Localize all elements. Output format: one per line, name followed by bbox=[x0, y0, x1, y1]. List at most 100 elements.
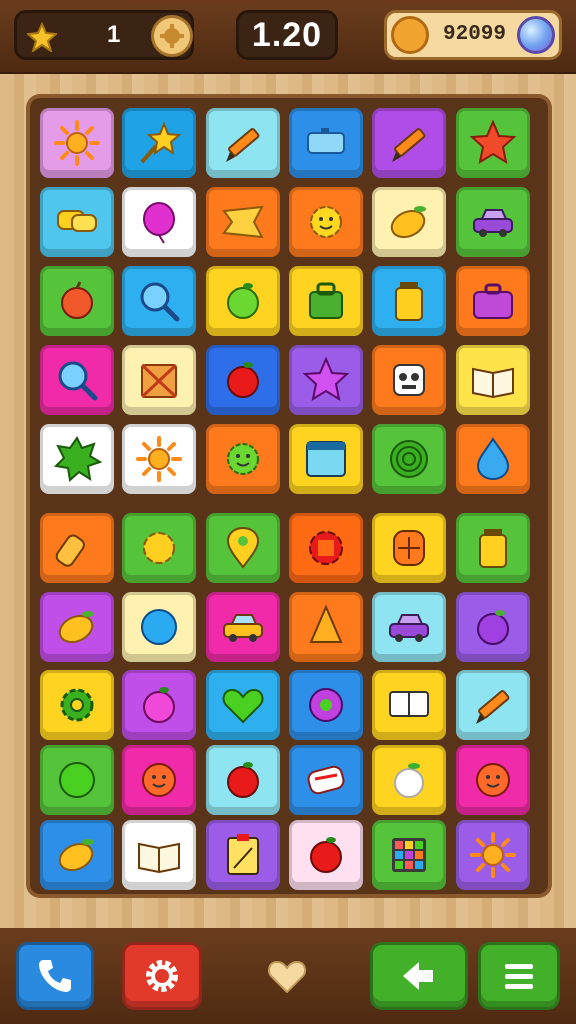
bow-icon bbox=[222, 205, 264, 239]
pencil-icon bbox=[392, 128, 426, 162]
gem-icon[interactable] bbox=[517, 16, 555, 54]
plum-icon bbox=[477, 610, 509, 645]
call-button[interactable] bbox=[16, 942, 94, 1010]
speech-bubbles-icon bbox=[57, 210, 97, 232]
tile-ticket[interactable] bbox=[289, 108, 363, 178]
add-stars-button[interactable] bbox=[151, 15, 193, 57]
tile-token[interactable] bbox=[372, 513, 446, 583]
star-wand-icon bbox=[140, 121, 182, 164]
tile-car-yellow[interactable] bbox=[206, 592, 280, 662]
coins-count: 92099 bbox=[443, 23, 507, 46]
tile-apple-red[interactable] bbox=[206, 345, 280, 415]
spiral-icon bbox=[390, 440, 428, 478]
tile-lemon[interactable] bbox=[372, 187, 446, 257]
stars-count: 1 bbox=[107, 21, 121, 48]
tile-pencil[interactable] bbox=[206, 108, 280, 178]
tile-bag[interactable] bbox=[289, 266, 363, 336]
pencil-icon bbox=[476, 690, 510, 724]
tile-jar[interactable] bbox=[372, 266, 446, 336]
tile-smiley[interactable] bbox=[122, 745, 196, 815]
tile-pin[interactable] bbox=[206, 513, 280, 583]
tile-suitcase[interactable] bbox=[456, 266, 530, 336]
tile-plum[interactable] bbox=[456, 592, 530, 662]
tile-grid[interactable] bbox=[372, 820, 446, 890]
tile-apple-red[interactable] bbox=[289, 820, 363, 890]
tile-magnifier[interactable] bbox=[122, 266, 196, 336]
tile-apple-red[interactable] bbox=[206, 745, 280, 815]
settings-button[interactable] bbox=[122, 942, 202, 1010]
star-icon bbox=[469, 119, 517, 165]
suitcase-icon bbox=[473, 283, 513, 319]
tile-smiley[interactable] bbox=[456, 745, 530, 815]
tile-screen[interactable] bbox=[372, 670, 446, 740]
bag-icon bbox=[309, 282, 343, 319]
tile-sun[interactable] bbox=[456, 820, 530, 890]
tile-robot[interactable] bbox=[372, 345, 446, 415]
drop-icon bbox=[476, 437, 510, 481]
tile-book[interactable] bbox=[122, 820, 196, 890]
tile-scroll[interactable] bbox=[289, 745, 363, 815]
tile-book[interactable] bbox=[456, 345, 530, 415]
tile-magnifier[interactable] bbox=[40, 345, 114, 415]
tile-apple-white[interactable] bbox=[372, 745, 446, 815]
tile-bracket-blob[interactable] bbox=[289, 513, 363, 583]
top-hud: 1 1.20 92099 bbox=[0, 0, 576, 72]
tile-spiral[interactable] bbox=[372, 424, 446, 494]
tile-ball[interactable] bbox=[122, 592, 196, 662]
tile-car[interactable] bbox=[372, 592, 446, 662]
lemon-icon bbox=[58, 611, 94, 644]
tile-star-wand[interactable] bbox=[122, 108, 196, 178]
tile-splat[interactable] bbox=[40, 424, 114, 494]
tile-gear-blob[interactable] bbox=[122, 513, 196, 583]
tile-clipboard[interactable] bbox=[206, 820, 280, 890]
star-icon bbox=[27, 22, 57, 52]
tile-pencil[interactable] bbox=[456, 670, 530, 740]
apple-red-icon bbox=[310, 837, 342, 873]
tile-pencil[interactable] bbox=[372, 108, 446, 178]
tile-donut[interactable] bbox=[289, 670, 363, 740]
tile-apple[interactable] bbox=[40, 266, 114, 336]
apple-red-icon bbox=[227, 762, 259, 798]
cone-icon bbox=[309, 604, 343, 643]
apple-green-icon bbox=[227, 283, 259, 319]
tile-box[interactable] bbox=[122, 345, 196, 415]
jar-icon bbox=[395, 282, 423, 321]
favorite-button[interactable] bbox=[252, 942, 322, 1010]
tile-sun[interactable] bbox=[122, 424, 196, 494]
lemon-icon bbox=[390, 206, 426, 239]
tile-apple-pink[interactable] bbox=[122, 670, 196, 740]
tile-drop[interactable] bbox=[456, 424, 530, 494]
tile-bow[interactable] bbox=[206, 187, 280, 257]
tile-lemon[interactable] bbox=[40, 592, 114, 662]
tile-car[interactable] bbox=[456, 187, 530, 257]
heart-icon bbox=[268, 960, 306, 994]
tile-sun-face[interactable] bbox=[289, 187, 363, 257]
tile-bottle[interactable] bbox=[40, 513, 114, 583]
phone-icon bbox=[39, 960, 71, 992]
gear-icon bbox=[146, 960, 178, 992]
timer-display: 1.20 bbox=[236, 10, 338, 60]
scroll-icon bbox=[307, 765, 345, 795]
box-icon bbox=[140, 363, 178, 399]
back-button[interactable] bbox=[370, 942, 468, 1010]
tile-jar[interactable] bbox=[456, 513, 530, 583]
tile-balloon[interactable] bbox=[122, 187, 196, 257]
apple-red-icon bbox=[227, 362, 259, 398]
tile-sun-face-green[interactable] bbox=[206, 424, 280, 494]
sun-icon bbox=[54, 120, 100, 166]
tile-lemon[interactable] bbox=[40, 820, 114, 890]
tile-speech-bubbles[interactable] bbox=[40, 187, 114, 257]
tile-sun[interactable] bbox=[40, 108, 114, 178]
coins-counter: 92099 bbox=[384, 10, 562, 60]
tile-star-purple[interactable] bbox=[289, 345, 363, 415]
tile-window[interactable] bbox=[289, 424, 363, 494]
tile-star[interactable] bbox=[456, 108, 530, 178]
tile-heart[interactable] bbox=[206, 670, 280, 740]
tile-cone[interactable] bbox=[289, 592, 363, 662]
ticket-icon bbox=[307, 128, 345, 154]
tile-gear[interactable] bbox=[40, 670, 114, 740]
tile-apple-green[interactable] bbox=[206, 266, 280, 336]
tile-ball-green[interactable] bbox=[40, 745, 114, 815]
menu-button[interactable] bbox=[478, 942, 560, 1010]
arrow-left-icon bbox=[403, 962, 433, 990]
